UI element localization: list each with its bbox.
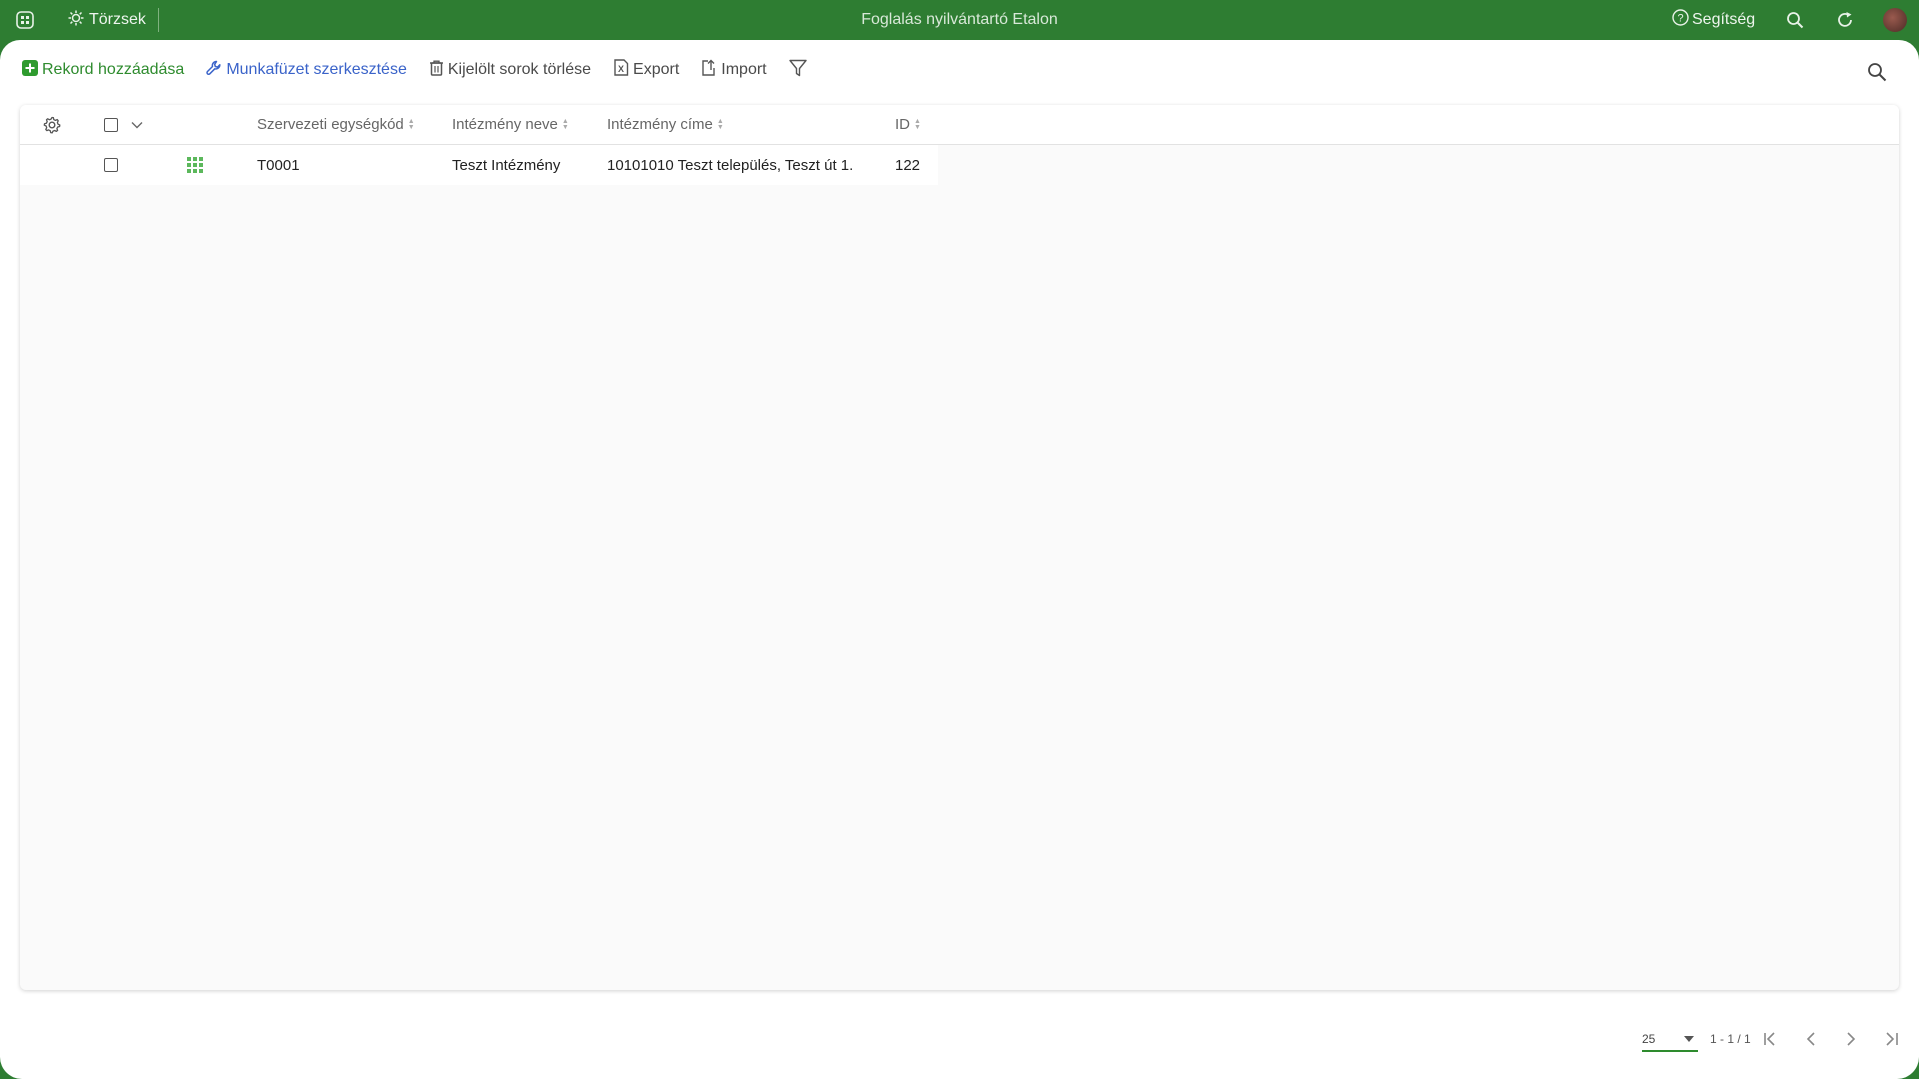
column-header[interactable]: Intézmény neve ▲ ▼ — [452, 105, 569, 144]
add-record-button[interactable]: Rekord hozzáadása — [22, 59, 185, 81]
toolbar: Rekord hozzáadása Munkafüzet szerkesztés… — [22, 56, 833, 84]
first-page-icon[interactable] — [1762, 1030, 1780, 1053]
table-row[interactable]: T0001 Teszt Intézmény 10101010 Teszt tel… — [20, 145, 938, 185]
search-icon[interactable] — [1786, 0, 1804, 40]
divider — [158, 8, 159, 32]
torzsek-label: Törzsek — [89, 11, 146, 28]
import-label: Import — [721, 61, 767, 78]
row-checkbox[interactable] — [104, 145, 118, 185]
app-title: Foglalás nyilvántartó Etalon — [861, 11, 1058, 28]
column-header-label: Szervezeti egységkód — [257, 116, 404, 133]
sort-icon: ▲ ▼ — [914, 117, 921, 131]
delete-selected-button[interactable]: Kijelölt sorok törlése — [429, 60, 591, 81]
svg-text:?: ? — [1677, 13, 1683, 25]
dropdown-arrow-icon — [1684, 1036, 1694, 1042]
select-all-checkbox[interactable] — [104, 105, 118, 144]
last-page-icon[interactable] — [1882, 1030, 1900, 1053]
cell-name: Teszt Intézmény — [452, 156, 561, 174]
torzsek-menu[interactable]: Törzsek — [68, 0, 146, 40]
chevron-down-icon[interactable] — [131, 105, 143, 144]
drag-grid-icon[interactable] — [187, 145, 203, 185]
table-search-icon[interactable] — [1867, 62, 1887, 87]
avatar[interactable] — [1883, 0, 1907, 40]
help-label: Segítség — [1692, 11, 1756, 28]
edit-workbook-label: Munkafüzet szerkesztése — [226, 61, 407, 78]
svg-text:X: X — [618, 64, 624, 74]
column-header-label: ID — [895, 116, 910, 133]
delete-selected-label: Kijelölt sorok törlése — [447, 61, 592, 78]
help-button[interactable]: ? Segítség — [1672, 0, 1755, 40]
cell-code: T0001 — [257, 156, 300, 174]
apps-grid-icon[interactable] — [16, 0, 34, 40]
excel-icon: X — [613, 59, 633, 81]
sun-gear-icon — [68, 10, 84, 31]
export-button[interactable]: X Export — [613, 59, 679, 81]
filter-button[interactable] — [788, 59, 811, 82]
next-page-icon[interactable] — [1842, 1030, 1860, 1053]
sort-icon: ▲ ▼ — [716, 117, 724, 131]
column-header-label: Intézmény címe — [607, 116, 713, 133]
refresh-icon[interactable] — [1836, 0, 1854, 40]
cell-address: 10101010 Teszt település, Teszt út 1. — [607, 156, 854, 174]
import-button[interactable]: Import — [701, 59, 767, 81]
data-table: Szervezeti egységkód ▲ ▼ Intézmény neve ▲… — [20, 105, 1899, 990]
prev-page-icon[interactable] — [1802, 1030, 1820, 1053]
column-header-label: Intézmény neve — [452, 116, 558, 133]
add-record-label: Rekord hozzáadása — [42, 61, 185, 78]
plus-square-icon — [22, 59, 42, 81]
help-circle-icon: ? — [1672, 9, 1689, 31]
table-header: Szervezeti egységkód ▲ ▼ Intézmény neve ▲… — [20, 105, 1899, 145]
wrench-icon — [206, 60, 226, 81]
page-range: 1 - 1 / 1 — [1710, 1032, 1751, 1046]
cell-id: 122 — [895, 156, 921, 174]
export-label: Export — [633, 61, 680, 78]
import-icon — [701, 59, 721, 81]
sort-icon: ▲ ▼ — [561, 117, 569, 131]
column-header[interactable]: Intézmény címe ▲ ▼ — [607, 105, 724, 144]
top-bar: Törzsek Foglalás nyilvántartó Etalon ? S… — [0, 0, 1919, 40]
filter-icon — [788, 59, 811, 82]
settings-gear-icon[interactable] — [43, 105, 61, 144]
page-size-value: 25 — [1642, 1032, 1656, 1046]
column-header[interactable]: ID ▲ ▼ — [895, 105, 921, 144]
column-header[interactable]: Szervezeti egységkód ▲ ▼ — [257, 105, 415, 144]
page-size-select[interactable]: 25 — [1642, 1028, 1698, 1052]
edit-workbook-button[interactable]: Munkafüzet szerkesztése — [206, 60, 407, 81]
sort-icon: ▲ ▼ — [407, 117, 415, 131]
trash-icon — [429, 60, 448, 81]
